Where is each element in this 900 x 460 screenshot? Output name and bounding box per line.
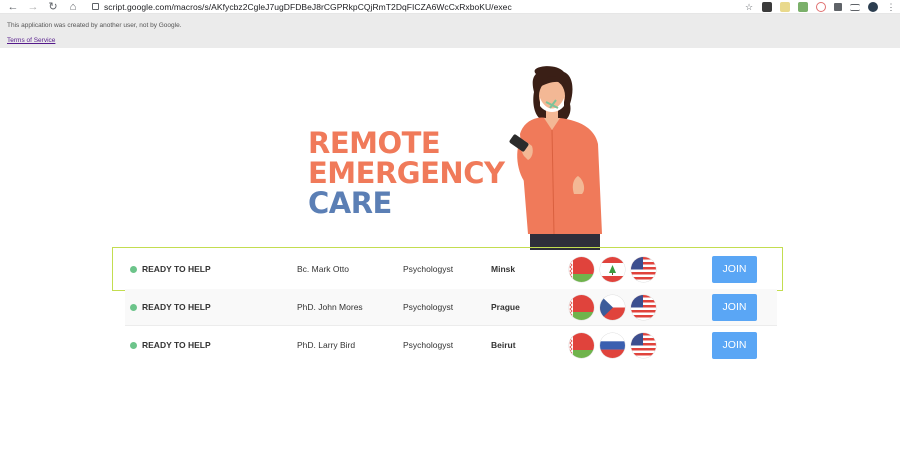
hero-line-remote: REMOTE (308, 126, 441, 160)
avatar[interactable] (868, 2, 878, 12)
table-row: READY TO HELP PhD. Larry Bird Psychology… (125, 327, 777, 363)
status-dot-icon (130, 303, 137, 311)
russia-flag-icon (600, 332, 625, 358)
doctor-illustration (509, 66, 602, 250)
address-bar[interactable]: script.google.com/macros/s/AKfycbz2CgleJ… (92, 1, 512, 13)
url-text: script.google.com/macros/s/AKfycbz2CgleJ… (104, 1, 512, 12)
reload-icon[interactable]: ↻ (46, 0, 60, 14)
star-icon[interactable]: ☆ (744, 2, 754, 12)
back-icon[interactable]: ← (6, 0, 20, 14)
browser-toolbar: ← → ↻ ⌂ script.google.com/macros/s/AKfyc… (0, 0, 900, 14)
status-indicator: READY TO HELP (130, 340, 211, 350)
menu-icon[interactable]: ⋮ (886, 2, 896, 12)
extension-icon[interactable] (762, 2, 772, 12)
status-dot-icon (130, 341, 137, 349)
forward-icon[interactable]: → (26, 0, 40, 14)
specialist-city: Prague (491, 302, 520, 312)
terms-of-service-link[interactable]: Terms of Service (7, 37, 55, 44)
media-icon[interactable] (850, 3, 860, 11)
specialist-name: PhD. John Mores (297, 302, 363, 312)
specialist-role: Psychologyst (403, 340, 454, 350)
usa-flag-icon (631, 332, 656, 358)
table-row: READY TO HELP PhD. John Mores Psychology… (125, 289, 777, 325)
puzzle-icon[interactable] (834, 3, 842, 11)
join-button[interactable]: JOIN (712, 293, 757, 321)
selected-row-highlight (112, 247, 783, 291)
language-flags (569, 294, 656, 320)
extension-icon[interactable] (798, 2, 808, 12)
extensions-area: ☆ ⋮ (744, 1, 896, 13)
usa-flag-icon (631, 294, 656, 320)
belarus-flag-icon (569, 332, 594, 358)
lock-icon (92, 3, 99, 10)
row-divider (125, 325, 777, 326)
extension-icon[interactable] (816, 2, 826, 12)
warning-banner: This application was created by another … (0, 14, 900, 48)
join-button[interactable]: JOIN (712, 331, 757, 359)
czech-flag-icon (600, 294, 625, 320)
extension-icon[interactable] (780, 2, 790, 12)
specialist-name: PhD. Larry Bird (297, 340, 356, 350)
home-icon[interactable]: ⌂ (66, 0, 80, 14)
status-indicator: READY TO HELP (130, 302, 211, 312)
hero-line-emergency: EMERGENCY (308, 156, 505, 190)
banner-text: This application was created by another … (7, 22, 182, 29)
hero-line-care: CARE (308, 186, 392, 220)
belarus-flag-icon (569, 294, 594, 320)
specialist-city: Beirut (491, 340, 516, 350)
hero-title: REMOTE EMERGENCY CARE (308, 126, 505, 220)
specialist-role: Psychologyst (403, 302, 454, 312)
language-flags (569, 332, 656, 358)
status-text: READY TO HELP (142, 340, 211, 350)
status-text: READY TO HELP (142, 302, 211, 312)
